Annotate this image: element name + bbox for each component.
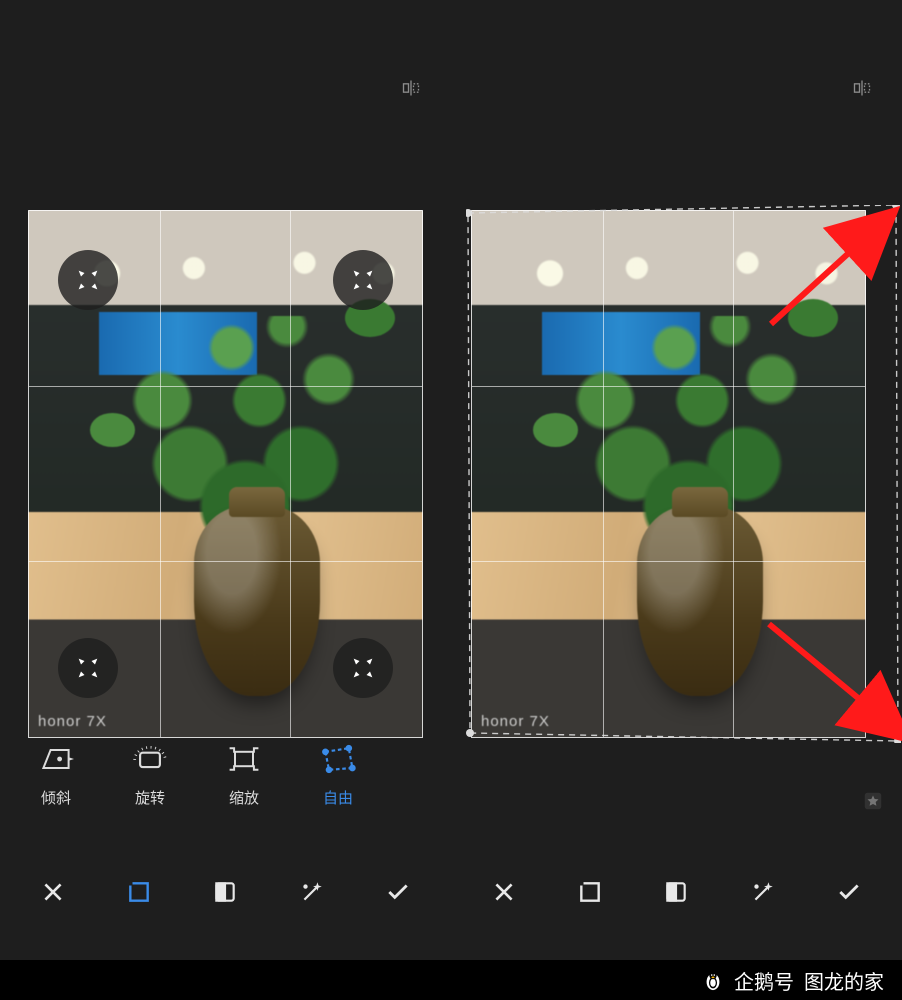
photo-watermark: honor 7X <box>38 713 107 730</box>
tool-rotate[interactable]: 旋转 <box>122 743 178 808</box>
tool-free-label: 自由 <box>323 787 353 808</box>
perspective-handle-br[interactable] <box>333 638 393 698</box>
action-bar-left <box>0 856 451 928</box>
cancel-button[interactable] <box>38 877 68 907</box>
cancel-button[interactable] <box>489 877 519 907</box>
photo: honor 7X <box>471 210 866 738</box>
plant-foliage <box>550 316 827 527</box>
perspective-handle-tl[interactable] <box>58 250 118 310</box>
tool-free[interactable]: 自由 <box>310 743 366 808</box>
tool-scale[interactable]: 缩放 <box>216 743 272 808</box>
tool-rotate-label: 旋转 <box>135 787 165 808</box>
confirm-button[interactable] <box>834 877 864 907</box>
mirror-icon[interactable] <box>852 78 872 98</box>
action-bar-right <box>451 856 902 928</box>
edit-canvas-right[interactable]: honor 7X <box>471 210 866 738</box>
mirror-icon[interactable] <box>401 78 421 98</box>
transform-tool-row: 倾斜 旋转 缩放 自由 <box>0 730 420 820</box>
magic-tab[interactable] <box>297 877 327 907</box>
confirm-button[interactable] <box>383 877 413 907</box>
source-label: 企鹅号 <box>734 966 794 995</box>
fill-tab[interactable] <box>210 877 240 907</box>
plant-vase <box>194 506 320 696</box>
tool-skew-label: 倾斜 <box>41 787 71 808</box>
plant-foliage <box>107 316 384 527</box>
tool-scale-label: 缩放 <box>229 787 259 808</box>
favorite-icon[interactable] <box>862 790 884 812</box>
penguin-icon <box>702 969 724 991</box>
tool-skew[interactable]: 倾斜 <box>28 743 84 808</box>
fill-tab[interactable] <box>661 877 691 907</box>
perspective-handle-bl[interactable] <box>58 638 118 698</box>
magic-tab[interactable] <box>748 877 778 907</box>
plant-vase <box>637 506 763 696</box>
author-label: 图龙的家 <box>804 966 884 995</box>
source-watermark: 企鹅号 图龙的家 <box>0 960 902 1000</box>
crop-tab[interactable] <box>124 877 154 907</box>
perspective-handle-tr[interactable] <box>333 250 393 310</box>
photo-watermark: honor 7X <box>481 713 550 730</box>
crop-tab[interactable] <box>575 877 605 907</box>
edit-canvas-left[interactable]: honor 7X <box>28 210 423 738</box>
